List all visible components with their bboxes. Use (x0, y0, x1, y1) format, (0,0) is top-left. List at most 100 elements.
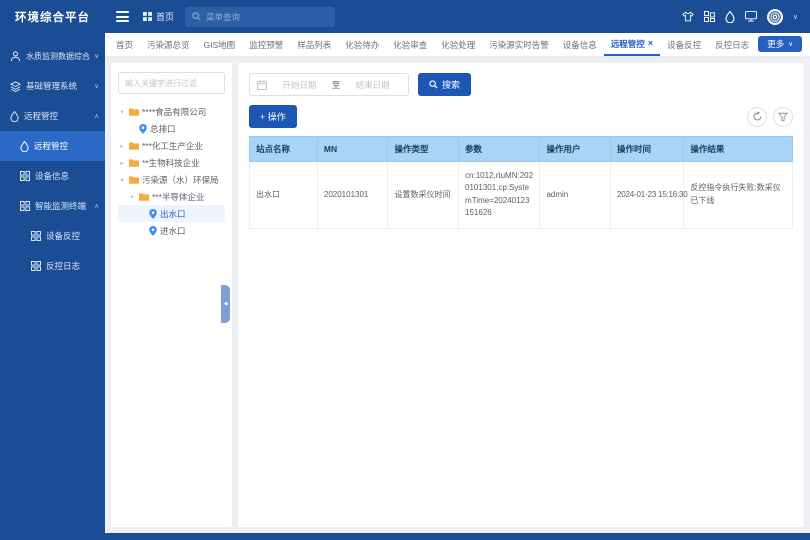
tree-collapse-handle[interactable]: ◀ (221, 285, 230, 323)
folder-icon (129, 108, 139, 116)
table-header-row: 站点名称 MN 操作类型 参数 操作用户 操作时间 操作结果 (250, 137, 793, 162)
tab-lab-process[interactable]: 化验处理 (434, 33, 482, 56)
tab-reverse-control-log[interactable]: 反控日志 (708, 33, 756, 56)
search-button[interactable]: 搜索 (418, 73, 471, 96)
tab-pollution-overview[interactable]: 污染源总览 (140, 33, 197, 56)
caret-down-icon[interactable]: ▾ (118, 108, 126, 116)
caret-down-icon[interactable]: ▾ (118, 176, 126, 184)
col-op-user: 操作用户 (540, 137, 611, 162)
table-row[interactable]: 出水口 2020101301 设置数采仪时间 cn:1012,rtuMN:202… (250, 162, 793, 229)
collapse-left-icon: ◀ (224, 301, 228, 307)
tree-node-company[interactable]: ▾ ****食品有限公司 (118, 103, 225, 120)
tree-node-site-selected[interactable]: 出水口 (118, 205, 225, 222)
tree-node-site[interactable]: 总排口 (118, 120, 225, 137)
tab-lab-todo[interactable]: 化验待办 (338, 33, 386, 56)
monitor-icon[interactable] (745, 11, 757, 22)
tab-device-info[interactable]: 设备信息 (556, 33, 604, 56)
sidebar-item-remote-control-group[interactable]: 远程管控 ∧ (0, 101, 105, 131)
topbar-icons: ∨ (682, 9, 798, 25)
sidebar-item-device-reverse-control[interactable]: 设备反控 (0, 221, 105, 251)
date-range-picker[interactable]: 开始日期 至 结束日期 (249, 73, 409, 96)
chevron-down-icon: ∨ (94, 82, 99, 90)
col-mn: MN (317, 137, 388, 162)
close-icon[interactable]: × (648, 39, 653, 48)
map-pin-icon (149, 209, 157, 219)
chevron-down-icon: ∨ (94, 52, 99, 60)
tab-gis-map[interactable]: GIS地图 (197, 33, 243, 56)
breadcrumb[interactable]: 首页 (143, 10, 174, 23)
cell-op-user: admin (540, 162, 611, 229)
home-grid-icon (143, 12, 152, 21)
caret-right-icon[interactable]: ▸ (118, 142, 126, 150)
footer-bar (0, 533, 810, 540)
more-tabs-button[interactable]: 更多 ∨ (758, 36, 802, 52)
hamburger-menu-icon[interactable] (113, 8, 132, 25)
app-title: 环境综合平台 (0, 0, 105, 33)
tree-node-label: 进水口 (160, 225, 186, 237)
grid-icon (31, 231, 41, 241)
layout-icon[interactable] (704, 11, 715, 22)
table-tools (747, 107, 793, 127)
sidebar-item-device-info[interactable]: 设备信息 (0, 161, 105, 191)
grid-icon (20, 201, 30, 211)
grid-icon (20, 171, 30, 181)
user-avatar[interactable] (767, 9, 783, 25)
caret-right-icon[interactable]: ▸ (118, 159, 126, 167)
sidebar-item-label: 远程管控 (24, 110, 89, 122)
tree-node-label: **生物科技企业 (142, 157, 200, 169)
sidebar-item-water-quality-analysis[interactable]: 水质监测数据综合分析 ∨ (0, 41, 105, 71)
site-tree: ▾ ****食品有限公司 总排口 ▸ ***化工生产企业 ▸ (118, 103, 225, 239)
site-tree-panel: ▾ ****食品有限公司 总排口 ▸ ***化工生产企业 ▸ (111, 63, 232, 527)
refresh-icon (752, 111, 763, 122)
tree-node-label: ***半导体企业 (152, 191, 204, 203)
remote-control-icon (10, 111, 19, 122)
col-op-result: 操作结果 (684, 137, 793, 162)
menu-search-box[interactable] (185, 7, 335, 27)
user-chevron-down-icon[interactable]: ∨ (793, 13, 798, 21)
folder-icon (129, 142, 139, 150)
sidebar-item-remote-control[interactable]: 远程管控 (0, 131, 105, 161)
caret-down-icon[interactable]: ▾ (128, 193, 136, 201)
tree-node-company[interactable]: ▸ ***化工生产企业 (118, 137, 225, 154)
content-area: ▾ ****食品有限公司 总排口 ▸ ***化工生产企业 ▸ (105, 57, 810, 533)
management-icon (10, 81, 21, 92)
tab-realtime-alarm[interactable]: 污染源实时告警 (482, 33, 556, 56)
tab-lab-review[interactable]: 化验审查 (386, 33, 434, 56)
menu-search-input[interactable] (206, 12, 328, 22)
tab-home[interactable]: 首页 (109, 33, 140, 56)
cell-op-type: 设置数采仪时间 (388, 162, 459, 229)
remote-control-icon (20, 141, 29, 152)
sidebar-item-basic-management[interactable]: 基础管理系统 ∨ (0, 71, 105, 101)
tree-node-company[interactable]: ▸ **生物科技企业 (118, 154, 225, 171)
search-icon (192, 12, 201, 21)
tab-monitor-alert[interactable]: 监控预警 (242, 33, 290, 56)
col-op-time: 操作时间 (611, 137, 684, 162)
tree-node-bureau[interactable]: ▾ 污染源（水）环保局 (118, 171, 225, 188)
cell-mn: 2020101301 (317, 162, 388, 229)
end-date-input[interactable]: 结束日期 (344, 79, 401, 91)
sidebar-item-label: 水质监测数据综合分析 (26, 51, 89, 62)
search-icon (429, 80, 438, 89)
date-separator: 至 (332, 79, 341, 91)
tree-node-company[interactable]: ▾ ***半导体企业 (118, 188, 225, 205)
app-window: 环境综合平台 首页 (0, 0, 810, 540)
sidebar-item-reverse-control-log[interactable]: 反控日志 (0, 251, 105, 281)
reverse-control-log-table: 站点名称 MN 操作类型 参数 操作用户 操作时间 操作结果 出水口 20201… (249, 136, 793, 229)
start-date-input[interactable]: 开始日期 (271, 79, 328, 91)
refresh-button[interactable] (747, 107, 767, 127)
tree-filter-input[interactable] (118, 72, 225, 94)
tab-sample-list[interactable]: 样品列表 (290, 33, 338, 56)
filter-settings-button[interactable] (773, 107, 793, 127)
sidebar-item-label: 基础管理系统 (26, 80, 89, 92)
chevron-down-icon: ∨ (788, 40, 793, 48)
theme-shirt-icon[interactable] (682, 11, 694, 22)
operate-button[interactable]: + 操作 (249, 105, 297, 128)
water-drop-icon[interactable] (725, 11, 735, 23)
map-pin-icon (149, 226, 157, 236)
tab-device-reverse-control[interactable]: 设备反控 (660, 33, 708, 56)
tab-remote-control[interactable]: 远程管控 × (604, 33, 660, 56)
tree-node-label: 总排口 (150, 123, 176, 135)
topbar: 环境综合平台 首页 (0, 0, 810, 33)
tree-node-site[interactable]: 进水口 (118, 222, 225, 239)
sidebar-item-smart-terminal[interactable]: 智能监测终端 ∧ (0, 191, 105, 221)
